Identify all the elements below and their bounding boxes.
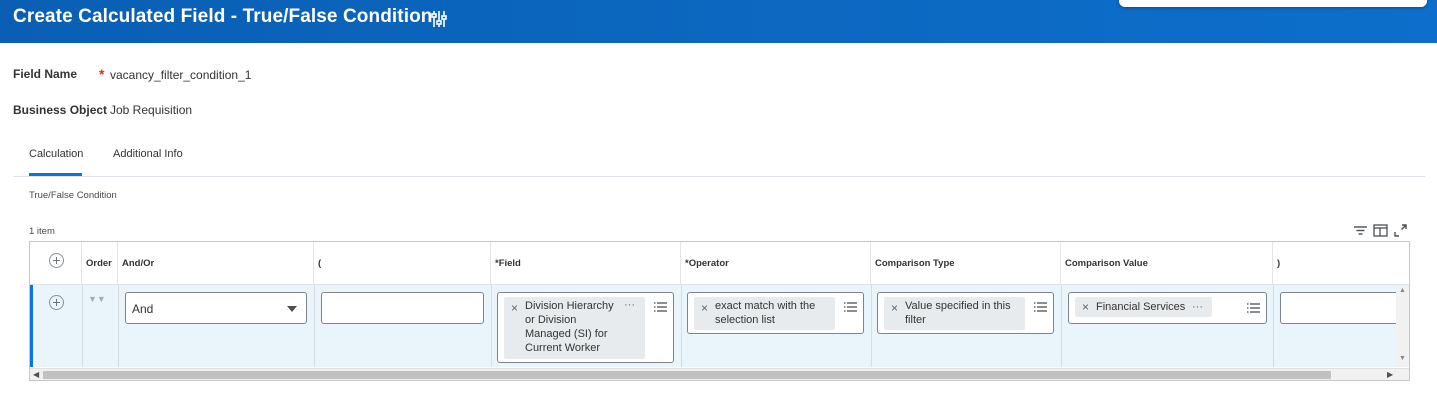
page-title: Create Calculated Field - True/False Con…	[13, 6, 433, 27]
comparison-value-text: Financial Services	[1096, 301, 1186, 313]
reorder-icon[interactable]: ▼▼	[88, 294, 106, 304]
col-field: *Field	[491, 242, 681, 285]
scroll-up-icon[interactable]: ▲	[1399, 287, 1406, 294]
cell-divider	[681, 285, 682, 367]
col-comparison-type: Comparison Type	[871, 242, 1061, 285]
comparison-type-pill-line-2: filter	[905, 314, 926, 326]
cell-divider	[1061, 285, 1062, 367]
list-icon[interactable]	[843, 301, 858, 313]
more-icon[interactable]: ···	[1192, 300, 1203, 314]
field-name-value[interactable]: vacancy_filter_condition_1	[110, 68, 251, 82]
open-paren-input[interactable]	[321, 292, 484, 324]
operator-pill-line-2: selection list	[715, 314, 775, 326]
operator-pill[interactable]: × exact match with the selection list	[694, 297, 835, 330]
scroll-down-icon[interactable]: ▼	[1399, 355, 1406, 362]
list-icon[interactable]	[1033, 301, 1048, 313]
item-count: 1 item	[29, 226, 55, 237]
comparison-value-pill[interactable]: × Financial Services ···	[1075, 297, 1212, 317]
cell-divider	[314, 285, 315, 367]
chevron-down-icon	[287, 306, 297, 312]
cell-divider	[1273, 285, 1274, 367]
comparison-type-pill-line-1: Value specified in this	[905, 300, 1011, 312]
horizontal-scrollbar[interactable]: ◀ ▶	[30, 368, 1409, 380]
tab-calculation[interactable]: Calculation	[29, 148, 83, 160]
col-operator: *Operator	[681, 242, 871, 285]
remove-icon[interactable]: ×	[701, 301, 708, 315]
field-pill[interactable]: × Division Hierarchy or Division Managed…	[504, 297, 645, 359]
col-open-paren: (	[314, 242, 491, 285]
vertical-scrollbar[interactable]: ▲ ▼	[1396, 285, 1409, 367]
field-prompt[interactable]: × Division Hierarchy or Division Managed…	[497, 292, 674, 363]
col-close-paren: )	[1277, 258, 1281, 269]
settings-sliders-icon[interactable]	[430, 9, 448, 29]
and-or-select[interactable]: And	[125, 292, 307, 324]
field-pill-line-3: Managed (SI) for	[525, 328, 608, 340]
col-add	[30, 242, 82, 285]
condition-grid: Order And/Or ( *Field *Operator Comparis…	[29, 241, 1410, 381]
grid-header: Order And/Or ( *Field *Operator Comparis…	[30, 242, 1409, 285]
comparison-type-prompt[interactable]: × Value specified in this filter	[877, 292, 1054, 334]
tab-bar: Calculation Additional Info	[13, 140, 1425, 177]
filter-icon[interactable]	[1353, 223, 1368, 238]
horizontal-scroll-thumb[interactable]	[43, 371, 1331, 379]
more-icon[interactable]: ···	[624, 298, 635, 312]
add-row-icon[interactable]	[49, 253, 64, 268]
add-row-below-icon[interactable]	[49, 295, 64, 310]
scroll-right-icon[interactable]: ▶	[1387, 369, 1393, 380]
col-comparison-value: Comparison Value	[1061, 242, 1273, 285]
remove-icon[interactable]: ×	[511, 301, 518, 315]
business-object-value: Job Requisition	[110, 103, 193, 117]
cell-divider	[82, 285, 83, 367]
business-object-label: Business Object	[13, 103, 108, 117]
list-icon[interactable]	[1246, 302, 1261, 314]
required-marker: *	[99, 66, 105, 82]
col-and-or: And/Or	[118, 242, 314, 285]
list-icon[interactable]	[653, 301, 668, 313]
comparison-value-prompt[interactable]: × Financial Services ···	[1068, 292, 1267, 324]
cell-divider	[871, 285, 872, 367]
operator-pill-line-1: exact match with the	[715, 300, 816, 312]
close-paren-input[interactable]	[1280, 292, 1409, 324]
field-name-label: Field Name	[13, 67, 78, 81]
column-layout-icon[interactable]	[1373, 223, 1388, 238]
comparison-type-pill[interactable]: × Value specified in this filter	[884, 297, 1025, 330]
tab-additional-info[interactable]: Additional Info	[113, 148, 183, 160]
operator-prompt[interactable]: × exact match with the selection list	[687, 292, 864, 334]
remove-icon[interactable]: ×	[891, 301, 898, 315]
col-order: Order	[82, 242, 118, 285]
scroll-left-icon[interactable]: ◀	[33, 369, 39, 380]
and-or-value: And	[132, 302, 154, 316]
active-tab-indicator	[29, 173, 82, 176]
field-pill-line-1: Division Hierarchy	[525, 300, 614, 312]
expand-icon[interactable]	[1393, 223, 1408, 238]
remove-icon[interactable]: ×	[1082, 300, 1089, 314]
section-label: True/False Condition	[29, 190, 117, 201]
search-popup-edge	[1119, 0, 1427, 7]
cell-divider	[491, 285, 492, 367]
field-pill-line-2: or Division	[525, 314, 577, 326]
field-pill-line-4: Current Worker	[525, 342, 600, 354]
cell-divider	[118, 285, 119, 367]
